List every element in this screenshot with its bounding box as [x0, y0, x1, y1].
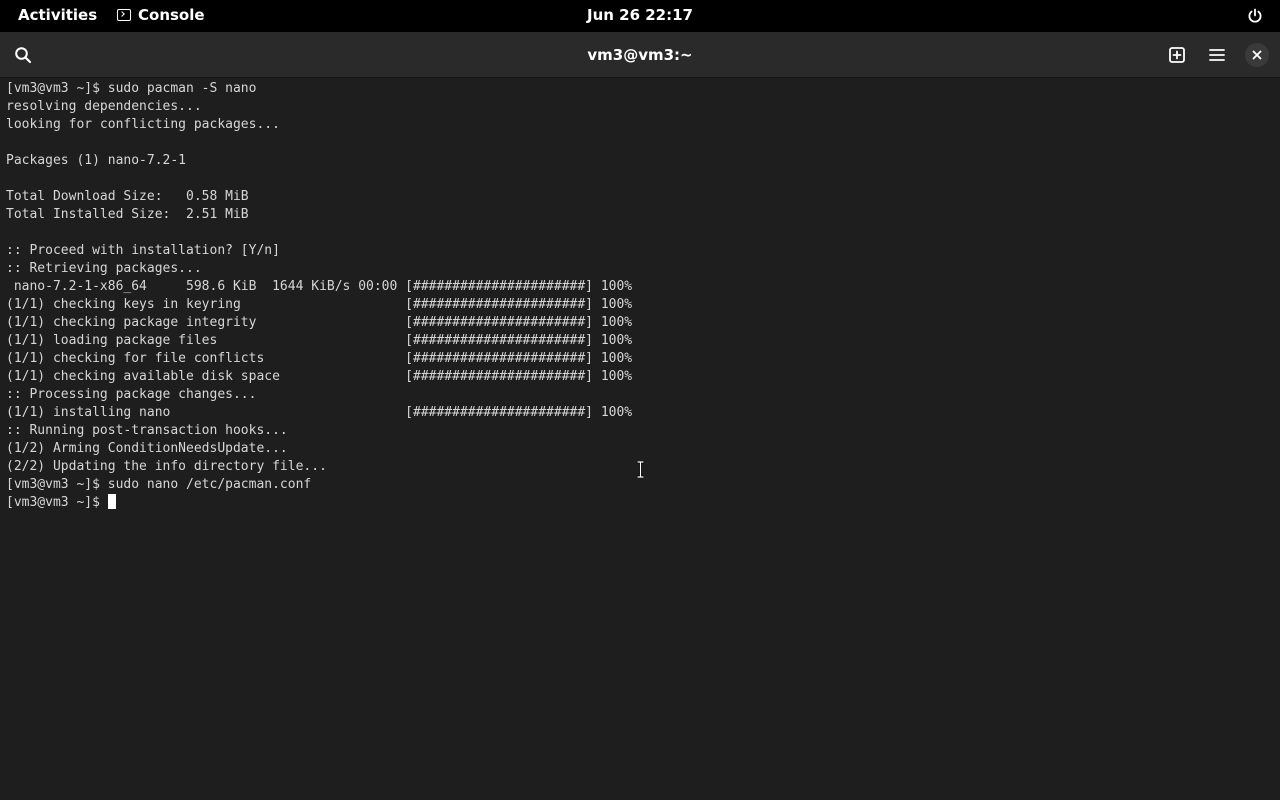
terminal-line: (1/1) checking available disk space [###…: [6, 369, 633, 384]
terminal-line: [vm3@vm3 ~]$ sudo pacman -S nano: [6, 81, 257, 96]
search-icon: [15, 47, 32, 64]
close-icon: [1252, 50, 1262, 60]
terminal-line: :: Retrieving packages...: [6, 261, 202, 276]
terminal-line: :: Running post-transaction hooks...: [6, 423, 288, 438]
terminal-line: (1/1) loading package files [###########…: [6, 333, 633, 348]
hamburger-menu-icon: [1209, 49, 1225, 61]
terminal-view[interactable]: [vm3@vm3 ~]$ sudo pacman -S nano resolvi…: [0, 78, 1280, 800]
terminal-line: (1/1) installing nano [#################…: [6, 405, 633, 420]
prompt-line[interactable]: [vm3@vm3 ~]$: [6, 494, 1280, 512]
terminal-line: Total Installed Size: 2.51 MiB: [6, 207, 249, 222]
terminal-line: looking for conflicting packages...: [6, 117, 280, 132]
main-menu-button[interactable]: [1203, 41, 1231, 69]
window-title: vm3@vm3:~: [587, 46, 693, 64]
activities-button[interactable]: Activities: [18, 6, 97, 24]
shell-prompt: [vm3@vm3 ~]$: [6, 495, 108, 510]
terminal-line: :: Processing package changes...: [6, 387, 257, 402]
terminal-line: (1/2) Arming ConditionNeedsUpdate...: [6, 441, 288, 456]
new-tab-icon: [1169, 47, 1185, 63]
text-cursor-ibeam-icon: [637, 461, 644, 478]
terminal-line: :: Proceed with installation? [Y/n]: [6, 243, 280, 258]
close-window-button[interactable]: [1243, 41, 1271, 69]
terminal-line: Total Download Size: 0.58 MiB: [6, 189, 249, 204]
app-menu-button[interactable]: Console: [117, 6, 205, 24]
terminal-line: resolving dependencies...: [6, 99, 202, 114]
gnome-top-bar: Activities Console Jun 26 22:17: [0, 0, 1280, 32]
window-headerbar: vm3@vm3:~: [0, 32, 1280, 78]
terminal-line: (1/1) checking keys in keyring [########…: [6, 297, 633, 312]
terminal-line: nano-7.2-1-x86_64 598.6 KiB 1644 KiB/s 0…: [6, 279, 633, 294]
terminal-line: Packages (1) nano-7.2-1: [6, 153, 187, 168]
terminal-line: (1/1) checking for file conflicts [#####…: [6, 351, 633, 366]
search-button[interactable]: [9, 41, 37, 69]
new-tab-button[interactable]: [1163, 41, 1191, 69]
terminal-line: [vm3@vm3 ~]$ sudo nano /etc/pacman.conf: [6, 477, 312, 492]
power-icon[interactable]: [1247, 8, 1263, 24]
console-icon: [117, 9, 131, 21]
terminal-line: (1/1) checking package integrity [######…: [6, 315, 633, 330]
close-button-circle: [1245, 43, 1269, 67]
text-cursor: [107, 494, 116, 509]
app-name-label: Console: [138, 6, 205, 24]
